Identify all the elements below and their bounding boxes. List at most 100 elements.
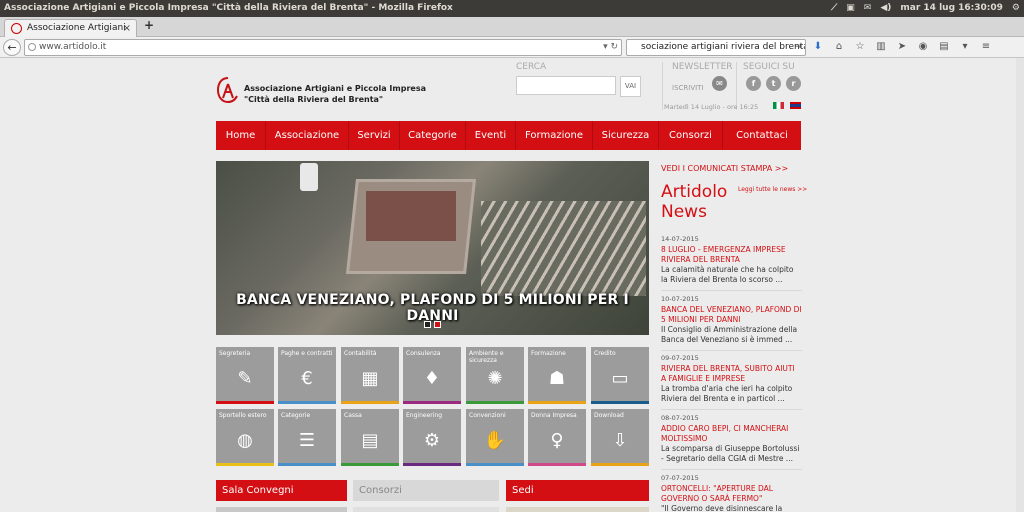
menu-categorie[interactable]: Categorie <box>400 121 466 150</box>
news-headline[interactable]: RIVIERA DEL BRENTA, SUBITO AIUTI A FAMIG… <box>661 364 802 384</box>
english-flag-icon[interactable] <box>790 102 801 109</box>
news-headline[interactable]: ORTONCELLI: "APERTURE DAL GOVERNO O SARÀ… <box>661 484 802 504</box>
menu-associazione[interactable]: Associazione <box>266 121 349 150</box>
slider-caption[interactable]: BANCA VENEZIANO, PLAFOND DI 5 MILIONI PE… <box>216 292 649 324</box>
tile-icon: ⚙ <box>423 430 441 451</box>
news-headline[interactable]: BANCA DEL VENEZIANO, PLAFOND DI 5 MILION… <box>661 305 802 325</box>
tile-color-bar <box>341 463 399 466</box>
tile-color-bar <box>591 463 649 466</box>
facebook-icon[interactable]: f <box>746 76 761 91</box>
news-title: Artidolo News <box>661 182 727 222</box>
service-tile[interactable]: Credito ▭ <box>591 347 649 404</box>
news-excerpt: La calamità naturale che ha colpito la R… <box>661 265 794 284</box>
menu-home[interactable]: Home <box>216 121 266 150</box>
tile-color-bar <box>591 401 649 404</box>
news-excerpt: La scomparsa di Giuseppe Bortolussi - Se… <box>661 444 800 463</box>
download-icon[interactable]: ⬇ <box>812 41 824 53</box>
tile-color-bar <box>216 401 274 404</box>
tile-color-bar <box>403 401 461 404</box>
news-headline[interactable]: 8 LUGLIO - EMERGENZA IMPRESE RIVIERA DEL… <box>661 245 802 265</box>
tile-icon: ♦ <box>423 368 441 389</box>
menu-eventi[interactable]: Eventi <box>466 121 516 150</box>
sidebar-icon[interactable]: ▾ <box>959 41 971 53</box>
tile-label: Download <box>594 412 624 419</box>
tile-label: Convenzioni <box>469 412 506 419</box>
volume-icon[interactable]: ◀) <box>880 0 891 17</box>
italian-flag-icon[interactable] <box>773 102 784 109</box>
back-button[interactable]: ← <box>3 39 21 56</box>
search-go-icon[interactable]: → <box>794 40 802 55</box>
service-tile[interactable]: Contabilità ▦ <box>341 347 399 404</box>
menu-sicurezza[interactable]: Sicurezza <box>593 121 659 150</box>
new-tab-button[interactable]: + <box>144 18 154 32</box>
news-item[interactable]: 09-07-2015 RIVIERA DEL BRENTA, SUBITO AIU… <box>661 354 802 410</box>
page-scrollbar[interactable] <box>1016 58 1024 512</box>
menu-consorzi[interactable]: Consorzi <box>659 121 723 150</box>
menu-servizi[interactable]: Servizi <box>349 121 400 150</box>
home-icon[interactable]: ⌂ <box>833 41 845 53</box>
service-tile[interactable]: Download ⇩ <box>591 409 649 466</box>
subscribe-link[interactable]: ISCRIVITI <box>672 84 704 92</box>
bookmark-star-icon[interactable]: ☆ <box>854 41 866 53</box>
logo-text[interactable]: Associazione Artigiani e Piccola Impresa… <box>244 83 426 105</box>
chat-icon[interactable]: ◉ <box>917 41 929 53</box>
search-submit-button[interactable]: VAI <box>620 76 641 97</box>
news-slider[interactable]: BANCA VENEZIANO, PLAFOND DI 5 MILIONI PE… <box>216 161 649 335</box>
reload-icon[interactable]: ▾ ↻ <box>603 40 618 55</box>
service-tile[interactable]: Engineering ⚙ <box>403 409 461 466</box>
service-tile[interactable]: Ambiente e sicurezza ✺ <box>466 347 524 404</box>
news-headline[interactable]: ADDIO CARO BEPI, CI MANCHERAI MOLTISSIMO <box>661 424 802 444</box>
site-search-input[interactable] <box>516 76 616 95</box>
keyboard-icon[interactable]: ▣ <box>846 0 855 17</box>
tile-color-bar <box>278 401 336 404</box>
news-item[interactable]: 08-07-2015 ADDIO CARO BEPI, CI MANCHERAI … <box>661 414 802 470</box>
service-tile[interactable]: Segreteria ✎ <box>216 347 274 404</box>
slider-dot-active[interactable] <box>434 321 441 328</box>
menu-formazione[interactable]: Formazione <box>516 121 593 150</box>
rss-icon[interactable]: r <box>786 76 801 91</box>
logo-line2: "Città della Riviera del Brenta" <box>244 95 384 104</box>
service-tile[interactable]: Consulenza ♦ <box>403 347 461 404</box>
menu-icon[interactable]: ≡ <box>980 41 992 53</box>
service-tile[interactable]: Categorie ☰ <box>278 409 336 466</box>
tile-icon: ✺ <box>487 368 503 389</box>
sedi-header[interactable]: Sedi <box>506 480 649 501</box>
library-icon[interactable]: ▥ <box>875 41 887 53</box>
news-item[interactable]: 14-07-2015 8 LUGLIO - EMERGENZA IMPRESE R… <box>661 235 802 291</box>
mail-icon[interactable]: ✉ <box>864 0 872 17</box>
clock[interactable]: mar 14 lug 16:30:09 <box>900 0 1003 17</box>
send-icon[interactable]: ➤ <box>896 41 908 53</box>
logo-icon[interactable] <box>217 76 239 104</box>
service-tile[interactable]: Donna Impresa ♀ <box>528 409 586 466</box>
slider-dot[interactable] <box>424 321 431 328</box>
tile-icon: ⇩ <box>612 430 628 451</box>
service-tile[interactable]: Formazione ☗ <box>528 347 586 404</box>
search-bar[interactable]: sociazione artigiani riviera del brenta … <box>626 39 806 56</box>
service-tile[interactable]: Cassa ▤ <box>341 409 399 466</box>
consorzi-header[interactable]: Consorzi <box>353 480 499 501</box>
news-title-line1: Artidolo <box>661 182 728 202</box>
main-menu: Home Associazione Servizi Categorie Even… <box>216 121 801 150</box>
newsletter-mail-icon[interactable]: ✉ <box>712 76 727 91</box>
tile-icon: ✋ <box>483 430 507 451</box>
settings-gear-icon[interactable]: ⚙ <box>1012 0 1020 17</box>
news-item[interactable]: 07-07-2015 ORTONCELLI: "APERTURE DAL GOVE… <box>661 474 802 512</box>
service-tile[interactable]: Sportello estero ◍ <box>216 409 274 466</box>
newsletter-label: NEWSLETTER <box>672 62 733 72</box>
close-tab-icon[interactable]: × <box>123 20 131 37</box>
menu-contattaci[interactable]: Contattaci <box>723 121 801 150</box>
network-icon[interactable]: ⟋ <box>831 0 837 17</box>
tile-label: Paghe e contratti <box>281 350 333 357</box>
service-tile[interactable]: Paghe e contratti € <box>278 347 336 404</box>
sala-convegni-content <box>216 507 347 512</box>
browser-tab-active[interactable]: Associazione Artigiani ... × <box>4 19 137 50</box>
slider-image-car <box>300 163 318 191</box>
news-item[interactable]: 10-07-2015 BANCA DEL VENEZIANO, PLAFOND D… <box>661 295 802 351</box>
sala-convegni-header[interactable]: Sala Convegni <box>216 480 347 501</box>
service-tile[interactable]: Convenzioni ✋ <box>466 409 524 466</box>
url-bar[interactable]: www.artidolo.it ▾ ↻ <box>24 39 622 56</box>
clipboard-icon[interactable]: ▤ <box>938 41 950 53</box>
twitter-icon[interactable]: t <box>766 76 781 91</box>
press-releases-link[interactable]: VEDI I COMUNICATI STAMPA >> <box>661 164 788 173</box>
all-news-link[interactable]: Leggi tutte le news >> <box>738 186 807 193</box>
